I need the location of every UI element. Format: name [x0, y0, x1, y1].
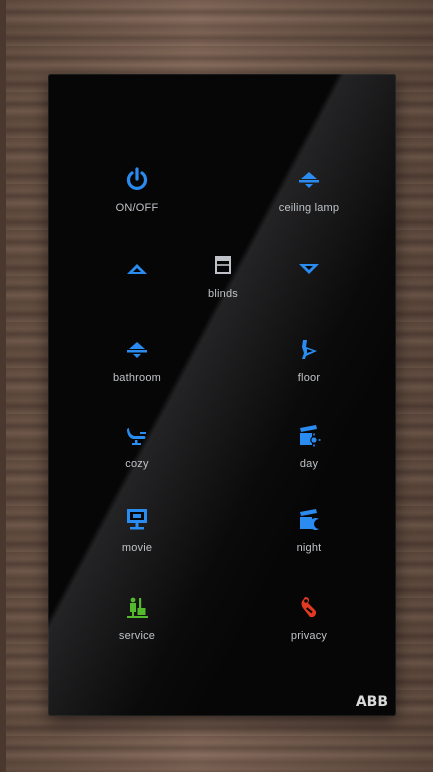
- lounge-icon: [122, 420, 152, 450]
- scene-day-icon: [294, 420, 324, 450]
- ceiling-lamp-icon: [294, 164, 324, 194]
- cozy-button[interactable]: cozy: [82, 420, 192, 482]
- arrow-up-icon: [122, 254, 152, 284]
- lamp-icon: [122, 334, 152, 364]
- blinds-icon: [208, 250, 238, 280]
- bathroom-label: bathroom: [112, 372, 162, 384]
- floor-lamp-icon: [294, 334, 324, 364]
- control-panel: ON/OFF ceiling lamp blinds bathroom floo…: [48, 74, 396, 716]
- power-icon: [122, 164, 152, 194]
- ceiling-lamp-button[interactable]: ceiling lamp: [254, 164, 364, 226]
- onoff-button[interactable]: ON/OFF: [82, 164, 192, 226]
- cleaning-icon: [122, 592, 152, 622]
- service-label: service: [118, 630, 156, 642]
- blinds-label: blinds: [208, 288, 238, 300]
- privacy-button[interactable]: privacy: [254, 592, 364, 654]
- cozy-label: cozy: [125, 458, 149, 470]
- ceiling-lamp-label: ceiling lamp: [278, 202, 340, 214]
- day-button[interactable]: day: [254, 420, 364, 482]
- screen-icon: [122, 504, 152, 534]
- privacy-label: privacy: [290, 630, 328, 642]
- service-button[interactable]: service: [82, 592, 192, 654]
- day-label: day: [299, 458, 319, 470]
- night-label: night: [296, 542, 322, 554]
- scene-night-icon: [294, 504, 324, 534]
- do-not-disturb-icon: [294, 592, 324, 622]
- wall-edge: [0, 0, 6, 772]
- blinds-down-button[interactable]: [254, 254, 364, 316]
- movie-button[interactable]: movie: [82, 504, 192, 566]
- bathroom-button[interactable]: bathroom: [82, 334, 192, 396]
- floor-label: floor: [297, 372, 321, 384]
- night-button[interactable]: night: [254, 504, 364, 566]
- floor-button[interactable]: floor: [254, 334, 364, 396]
- onoff-label: ON/OFF: [115, 202, 159, 214]
- arrow-down-icon: [294, 254, 324, 284]
- movie-label: movie: [121, 542, 153, 554]
- brand-logo: ABB: [355, 694, 388, 710]
